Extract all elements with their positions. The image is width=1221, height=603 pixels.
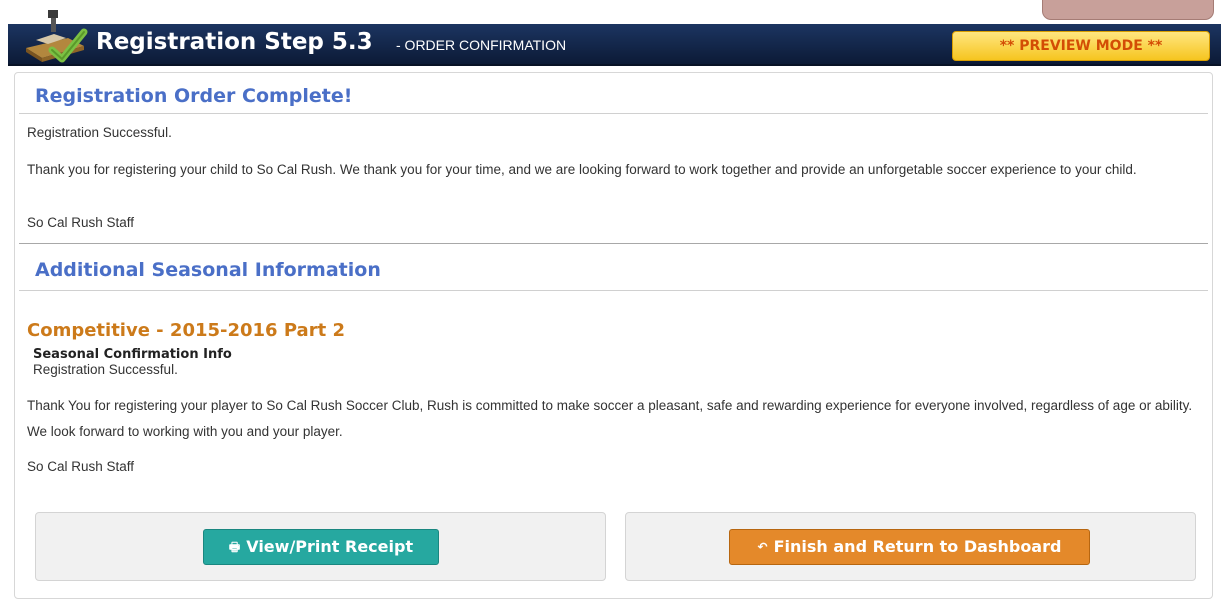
- seasonal-status-text: Registration Successful.: [33, 362, 178, 377]
- order-status-text: Registration Successful.: [27, 125, 172, 140]
- seasonal-confirmation-label: Seasonal Confirmation Info: [33, 347, 232, 362]
- view-print-receipt-button[interactable]: 🖶 View/Print Receipt: [203, 529, 439, 565]
- seasonal-signature-text: So Cal Rush Staff: [27, 459, 135, 474]
- print-icon: 🖶: [228, 540, 241, 554]
- receipt-action-box: 🖶 View/Print Receipt: [35, 512, 606, 581]
- order-message-text: Thank you for registering your child to …: [27, 162, 1137, 177]
- order-complete-heading: Registration Order Complete!: [35, 85, 353, 107]
- seasonal-info-heading: Additional Seasonal Information: [35, 259, 381, 281]
- preview-mode-badge: ** PREVIEW MODE **: [952, 31, 1210, 61]
- registration-stamp-icon: [22, 10, 90, 70]
- seasonal-message-text: Thank You for registering your player to…: [27, 398, 1193, 439]
- divider: [19, 113, 1208, 114]
- divider: [19, 290, 1208, 291]
- order-signature-text: So Cal Rush Staff: [27, 215, 135, 230]
- finish-return-dashboard-button[interactable]: ↶ Finish and Return to Dashboard: [729, 529, 1090, 565]
- page-subtitle: - ORDER CONFIRMATION: [396, 37, 567, 53]
- receipt-button-label: View/Print Receipt: [246, 537, 414, 556]
- section-divider: [19, 243, 1208, 244]
- page-header: Registration Step 5.3 - ORDER CONFIRMATI…: [8, 10, 1221, 66]
- page-title: Registration Step 5.3: [96, 29, 373, 55]
- return-arrow-icon: ↶: [757, 540, 768, 554]
- top-tab-button[interactable]: [1042, 0, 1214, 20]
- confirmation-panel: Registration Order Complete! Registratio…: [14, 72, 1213, 599]
- season-name: Competitive - 2015-2016 Part 2: [27, 320, 345, 341]
- finish-action-box: ↶ Finish and Return to Dashboard: [625, 512, 1196, 581]
- finish-button-label: Finish and Return to Dashboard: [773, 537, 1062, 556]
